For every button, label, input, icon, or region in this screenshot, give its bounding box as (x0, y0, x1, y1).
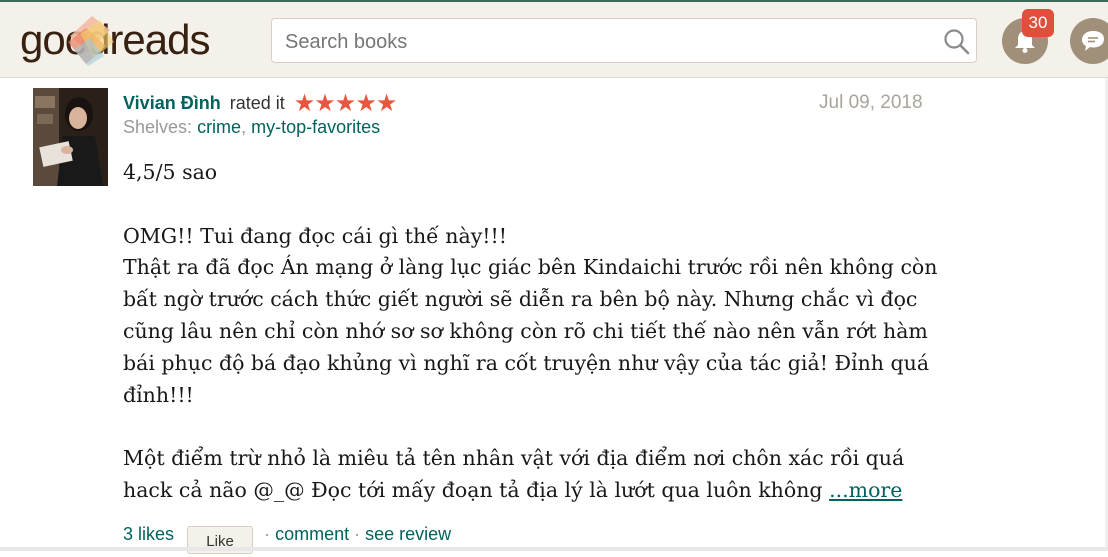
shelf-separator: , (241, 117, 247, 137)
more-link[interactable]: ...more (829, 478, 902, 502)
review-text: 4,5/5 sao OMG!! Tui đang đọc cái gì thế … (123, 157, 943, 507)
shelf-link-my-top-favorites[interactable]: my-top-favorites (251, 117, 380, 137)
author-name-link[interactable]: Vivian Đình (123, 93, 221, 113)
top-header: goodreads 30 (0, 0, 1108, 78)
search-input[interactable] (283, 27, 927, 57)
review-paragraph: OMG!! Tui đang đọc cái gì thế này!!! (123, 223, 508, 248)
shelf-link-crime[interactable]: crime (197, 117, 241, 137)
review-date[interactable]: Jul 09, 2018 (819, 92, 923, 114)
shelves-label: Shelves: (123, 117, 193, 137)
messages-button[interactable] (1070, 18, 1108, 64)
separator-dot: · (264, 524, 271, 544)
comment-link[interactable]: comment (275, 524, 349, 544)
rating-stars: ★★★★★ (293, 90, 398, 117)
notifications-count-badge: 30 (1022, 9, 1054, 37)
shelves-line: Shelves: crime, my-top-favorites (123, 117, 380, 138)
rated-it-text: rated it (229, 93, 285, 113)
review-header: Vivian Đình rated it ★★★★★ (123, 89, 398, 118)
reviewer-avatar[interactable] (33, 88, 108, 186)
logo-book-icon (68, 16, 114, 66)
see-review-link[interactable]: see review (365, 524, 451, 544)
bottom-divider (0, 547, 1108, 551)
goodreads-logo[interactable]: goodreads (20, 12, 250, 68)
search-box[interactable] (271, 18, 977, 63)
review-paragraph-text: Một điểm trừ nhỏ là miêu tả tên nhân vật… (123, 446, 905, 502)
review-paragraph: Thật ra đã đọc Án mạng ở làng lục giác b… (123, 255, 938, 407)
review-paragraph: 4,5/5 sao (123, 160, 218, 184)
separator-dot: · (354, 524, 361, 544)
reviewer-photo (33, 88, 108, 186)
chat-bubble-icon (1082, 31, 1104, 51)
search-icon[interactable] (942, 27, 970, 55)
review-paragraph: Một điểm trừ nhỏ là miêu tả tên nhân vật… (123, 443, 943, 507)
likes-count-link[interactable]: 3 likes (123, 524, 174, 544)
